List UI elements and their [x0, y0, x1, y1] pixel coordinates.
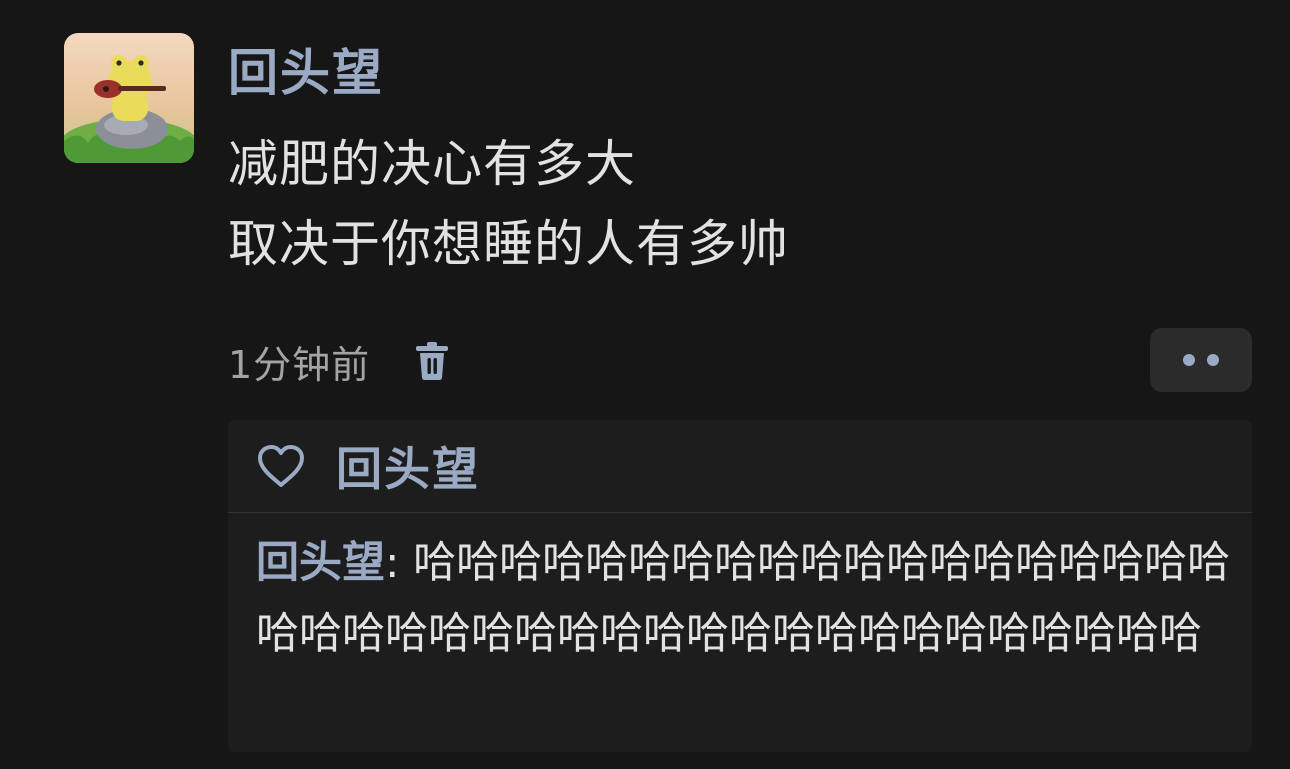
- post-meta: 1分钟前: [228, 333, 452, 389]
- comment-separator: :: [385, 538, 414, 588]
- post-timestamp: 1分钟前: [228, 342, 371, 387]
- post-content-line: 减肥的决心有多大: [228, 135, 636, 193]
- likes-row: 回头望: [228, 420, 1252, 513]
- more-dots-icon: [1207, 354, 1219, 366]
- frog-avatar-image: [64, 33, 194, 163]
- moments-post: 回头望 减肥的决心有多大 取决于你想睡的人有多帅 1分钟前 回头望 回头望: 哈…: [0, 0, 1290, 769]
- more-dots-icon: [1183, 354, 1195, 366]
- avatar[interactable]: [64, 33, 194, 163]
- post-content: 减肥的决心有多大 取决于你想睡的人有多帅: [228, 124, 789, 284]
- post-content-line: 取决于你想睡的人有多帅: [228, 215, 789, 273]
- trash-icon[interactable]: [412, 339, 452, 383]
- more-options-button[interactable]: [1150, 328, 1252, 392]
- heart-outline-icon[interactable]: [256, 443, 306, 489]
- comment-author-name[interactable]: 回头望: [256, 538, 385, 588]
- post-author-name[interactable]: 回头望: [228, 42, 384, 104]
- like-user-name[interactable]: 回头望: [336, 433, 480, 499]
- comment-item[interactable]: 回头望: 哈哈哈哈哈哈哈哈哈哈哈哈哈哈哈哈哈哈哈哈哈哈哈哈哈哈哈哈哈哈哈哈哈哈哈…: [256, 528, 1236, 670]
- interaction-panel: 回头望 回头望: 哈哈哈哈哈哈哈哈哈哈哈哈哈哈哈哈哈哈哈哈哈哈哈哈哈哈哈哈哈哈哈…: [228, 420, 1252, 752]
